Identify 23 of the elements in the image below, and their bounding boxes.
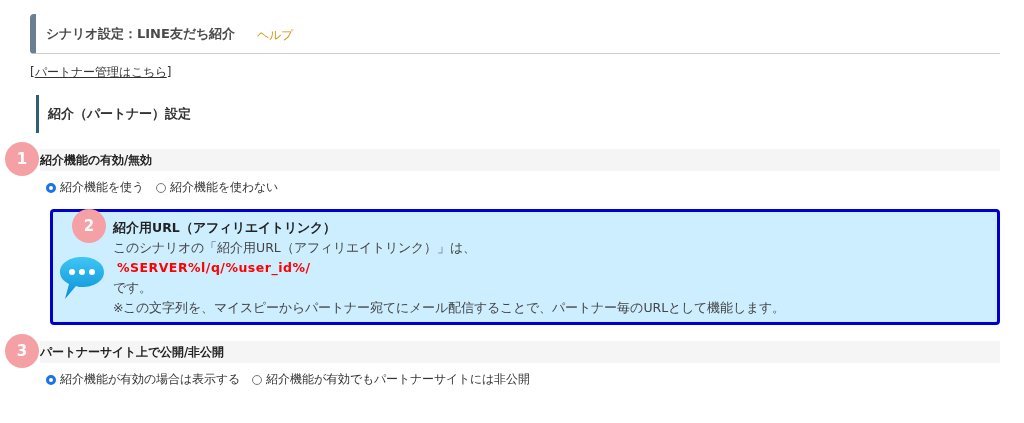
radio-option[interactable]: 紹介機能が有効でもパートナーサイトには非公開 [252,372,530,387]
bracket: [ [30,65,35,79]
radio-option[interactable]: 紹介機能を使う [46,180,144,195]
radio-button[interactable] [156,182,166,193]
section-heading: 紹介（パートナー）設定 [36,95,1000,133]
info-text: このシナリオの「紹介用URL（アフィリエイトリンク）」は、 [113,239,477,257]
chat-bubble-icon [59,256,105,300]
info-text: です。 [113,279,153,297]
info-title: 紹介用URL（アフィリエイトリンク） [113,219,337,237]
number-badge: 3 [5,334,39,368]
radio-option[interactable]: 紹介機能が有効の場合は表示する [46,372,240,387]
radio-button[interactable] [46,374,56,385]
group-title: パートナーサイト上で公開/非公開 [40,344,225,360]
group-title: 紹介機能の有効/無効 [40,152,153,168]
radio-option[interactable]: 紹介機能を使わない [156,180,278,195]
radio-button[interactable] [252,374,262,385]
info-text: ※この文字列を、マイスピーからパートナー宛てにメール配信することで、パートナー毎のURLとして機能します。 [113,299,786,317]
url-code: %SERVER%l/q/%user_id%/ [117,259,312,278]
number-badge: 1 [5,142,39,176]
bracket: ] [166,65,172,79]
page-title: シナリオ設定：LINE友だち紹介 [46,24,235,43]
radio-button[interactable] [46,182,56,193]
partner-management-link[interactable]: パートナー管理はこちら [34,65,167,79]
